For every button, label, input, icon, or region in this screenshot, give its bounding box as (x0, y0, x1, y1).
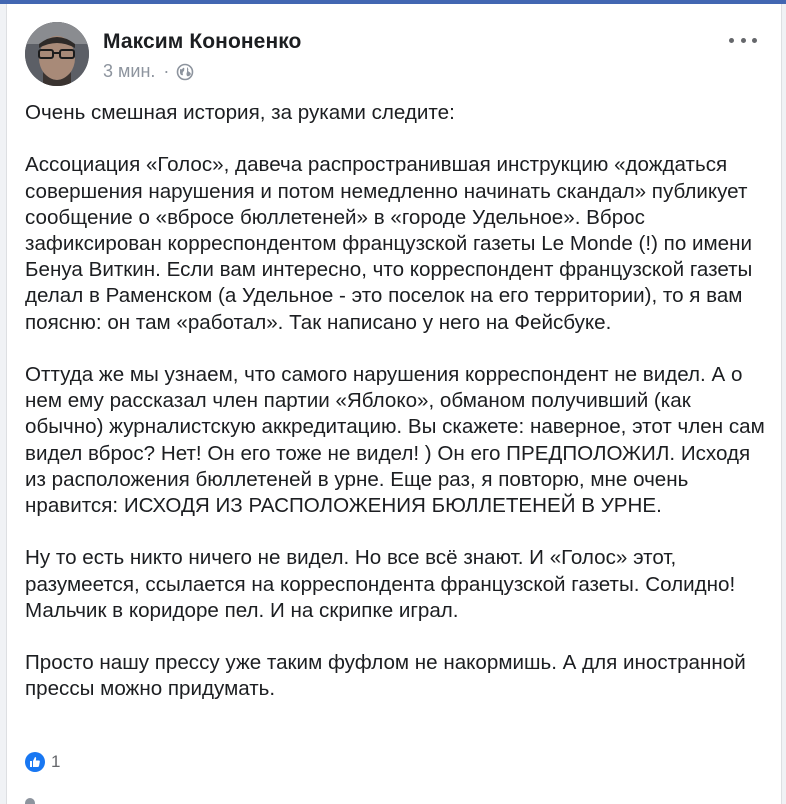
more-options-button[interactable] (729, 30, 757, 50)
like-icon (25, 752, 45, 772)
post-paragraph: Просто нашу прессу уже таким фуфлом не н… (25, 651, 746, 701)
post-paragraph: Ну то есть никто ничего не видел. Но все… (25, 546, 736, 622)
more-dot-icon (729, 37, 734, 43)
post-card: Максим Кононенко 3 мин. · Очень смешная … (6, 4, 782, 804)
reaction-count: 1 (51, 752, 61, 771)
post-meta: 3 мин. · (103, 61, 194, 82)
meta-separator: · (163, 61, 170, 81)
globe-icon[interactable] (176, 63, 194, 81)
footer-partial-icon (25, 798, 35, 804)
post-paragraph: Очень смешная история, за руками следите… (25, 101, 455, 124)
post-paragraph: Оттуда же мы узнаем, что самого нарушени… (25, 363, 765, 518)
more-dot-icon (752, 37, 757, 43)
post-body: Очень смешная история, за руками следите… (25, 100, 765, 729)
post-time[interactable]: 3 мин. (103, 61, 155, 82)
avatar-photo (25, 22, 89, 86)
reactions-summary[interactable]: 1 (25, 752, 60, 772)
more-dot-icon (740, 37, 746, 43)
author-name[interactable]: Максим Кононенко (103, 30, 302, 54)
avatar[interactable] (25, 22, 89, 86)
post-paragraph: Ассоциация «Голос», давеча распространив… (25, 153, 753, 334)
